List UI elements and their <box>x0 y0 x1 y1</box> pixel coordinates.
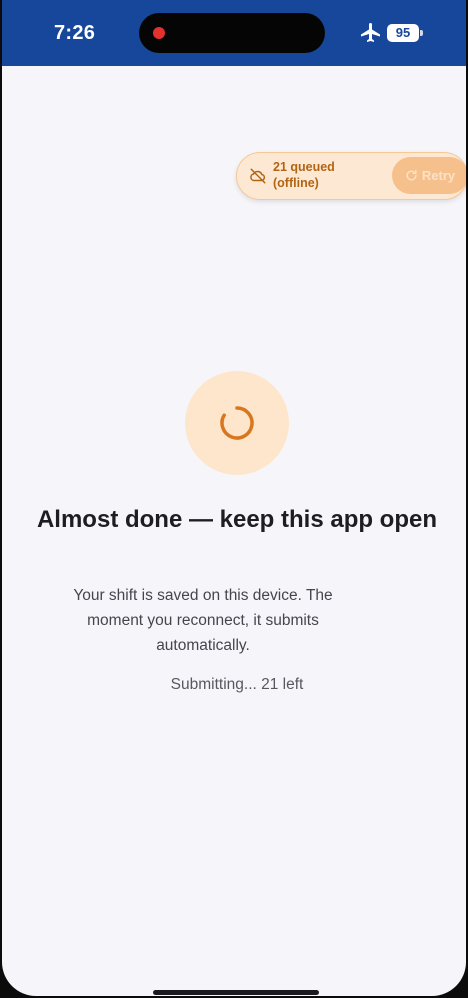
dynamic-island <box>139 13 325 53</box>
loading-spinner-badge <box>185 371 289 475</box>
home-indicator[interactable] <box>153 990 319 995</box>
app-screen: 7:26 95 21 queued (offline) Retry Almost… <box>2 0 466 996</box>
status-bar: 7:26 95 <box>2 0 466 66</box>
airplane-mode-icon <box>361 23 380 42</box>
battery-icon: 95 <box>387 24 419 42</box>
retry-button-label: Retry <box>421 168 456 183</box>
recording-dot-icon <box>153 27 165 39</box>
status-time: 7:26 <box>54 22 96 44</box>
submission-progress-text: Submitting... 21 left <box>170 676 304 693</box>
retry-button[interactable]: Retry <box>392 157 466 194</box>
saved-on-device-message: Your shift is saved on this device. The … <box>73 587 333 654</box>
loading-spinner-icon <box>220 406 254 440</box>
cloud-offline-icon <box>250 168 266 184</box>
refresh-icon <box>406 169 417 181</box>
battery-nub <box>420 30 423 36</box>
queue-status-text: 21 queued (offline) <box>273 160 335 190</box>
offline-queue-pill: 21 queued (offline) Retry <box>236 152 466 200</box>
page-title: Almost done — keep this app open <box>36 506 438 533</box>
